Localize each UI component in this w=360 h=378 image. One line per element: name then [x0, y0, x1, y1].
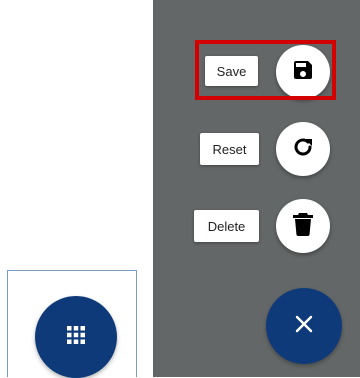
reset-icon: [291, 135, 315, 164]
close-icon: [295, 315, 313, 338]
save-icon: [291, 58, 315, 87]
reset-button[interactable]: [276, 122, 330, 176]
reset-label-text: Reset: [212, 141, 247, 157]
close-speed-dial-button[interactable]: [266, 288, 342, 364]
delete-label[interactable]: Delete: [194, 210, 259, 242]
save-button[interactable]: [276, 45, 330, 99]
save-label[interactable]: Save: [205, 56, 258, 86]
apps-grid-icon: [66, 325, 86, 350]
delete-button[interactable]: [276, 199, 330, 253]
reset-label[interactable]: Reset: [200, 133, 259, 165]
apps-launcher-button[interactable]: [35, 296, 117, 378]
delete-icon: [292, 212, 314, 241]
delete-label-text: Delete: [207, 218, 246, 234]
save-label-text: Save: [216, 63, 247, 79]
